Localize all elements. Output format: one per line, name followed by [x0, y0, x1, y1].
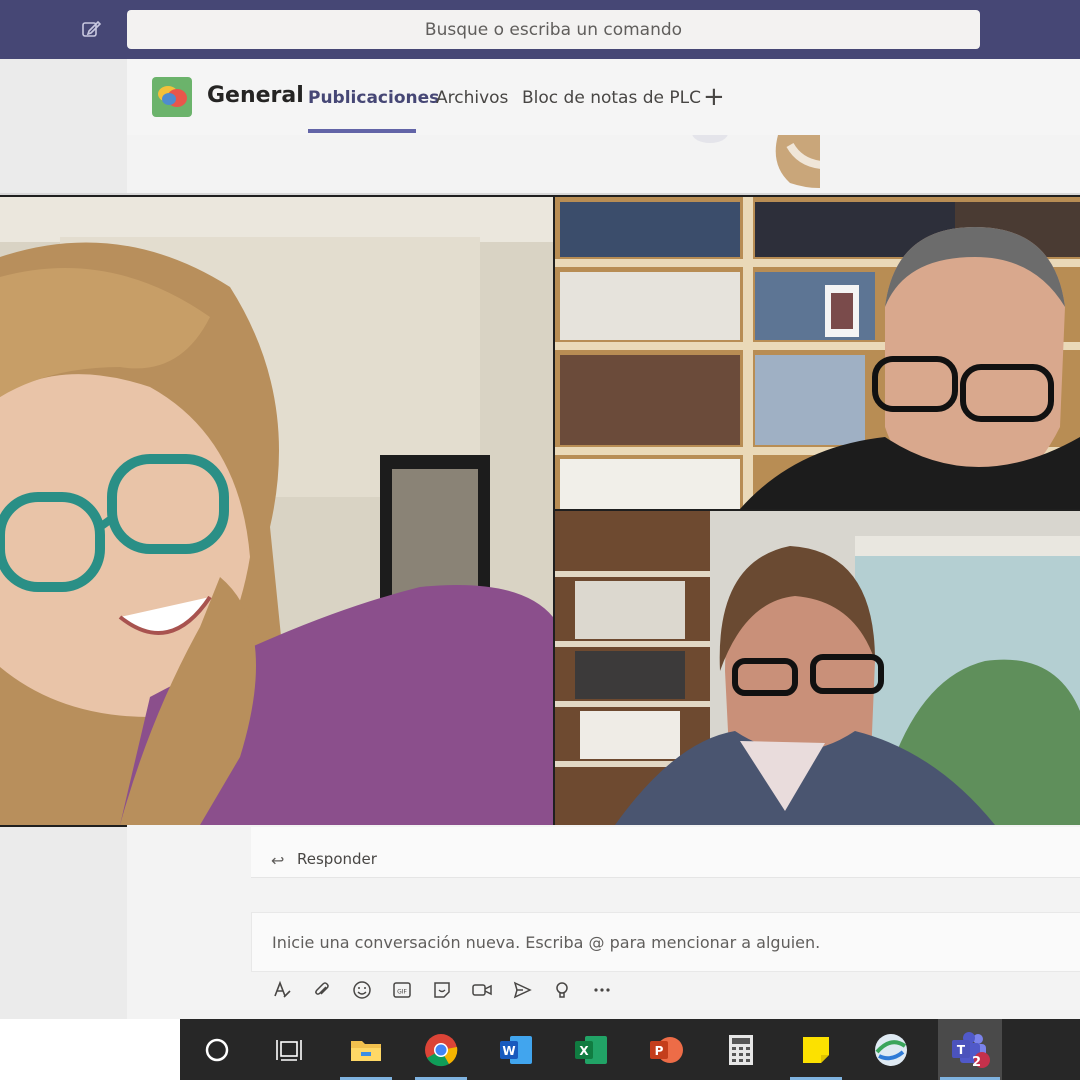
post-card: ↩ Responder	[251, 827, 1080, 878]
channel-title: General	[207, 83, 304, 108]
file-explorer-icon[interactable]	[338, 1019, 394, 1080]
add-tab-icon[interactable]: +	[703, 84, 725, 110]
sticky-notes-icon[interactable]	[788, 1019, 844, 1080]
excel-icon[interactable]: X	[563, 1019, 619, 1080]
svg-text:P: P	[655, 1044, 664, 1058]
participant-video-woman	[0, 197, 553, 825]
svg-text:GIF: GIF	[397, 989, 407, 996]
composer-toolbar: GIF	[262, 975, 622, 1005]
new-conversation-input[interactable]: Inicie una conversación nueva. Escriba @…	[251, 912, 1080, 972]
participant-video-man-bookshelf	[555, 197, 1080, 509]
task-view-icon[interactable]	[261, 1019, 317, 1080]
team-logo-icon	[152, 77, 192, 117]
channel-header: General Publicaciones Archivos Bloc de n…	[127, 59, 1080, 136]
participant-video-man-window	[555, 511, 1080, 825]
taskbar-search-box[interactable]	[0, 1019, 180, 1080]
emoji-icon[interactable]	[342, 975, 382, 1005]
calculator-icon[interactable]	[713, 1019, 769, 1080]
attach-icon[interactable]	[302, 975, 342, 1005]
tab-archivos[interactable]: Archivos	[436, 88, 508, 108]
format-icon[interactable]	[262, 975, 302, 1005]
tab-bloc-de-notas[interactable]: Bloc de notas de PLC	[522, 88, 701, 108]
cortana-icon[interactable]	[189, 1019, 245, 1080]
sticker-icon[interactable]	[422, 975, 462, 1005]
teams-notification-badge: 2	[972, 1055, 982, 1070]
svg-text:W: W	[502, 1044, 515, 1058]
powerpoint-icon[interactable]: P	[638, 1019, 694, 1080]
search-input[interactable]: Busque o escriba un comando	[127, 10, 980, 49]
new-chat-icon[interactable]	[80, 18, 102, 40]
channel-illustration	[650, 135, 820, 193]
video-call-window[interactable]	[0, 193, 1080, 827]
reply-icon[interactable]: ↩	[271, 851, 284, 870]
meet-now-icon[interactable]	[462, 975, 502, 1005]
gif-icon[interactable]: GIF	[382, 975, 422, 1005]
windows-taskbar: W X P T 2	[0, 1019, 1080, 1080]
active-tab-indicator	[308, 129, 416, 133]
network-app-icon[interactable]	[863, 1019, 919, 1080]
praise-icon[interactable]	[542, 975, 582, 1005]
send-icon[interactable]	[502, 975, 542, 1005]
channel-feed-top	[127, 135, 1080, 193]
teams-icon[interactable]: T 2	[938, 1019, 1002, 1080]
top-bar: Busque o escriba un comando	[0, 0, 1080, 59]
chrome-icon[interactable]	[413, 1019, 469, 1080]
svg-text:T: T	[957, 1043, 966, 1057]
word-icon[interactable]: W	[488, 1019, 544, 1080]
composer-placeholder: Inicie una conversación nueva. Escriba @…	[272, 933, 821, 952]
svg-text:X: X	[579, 1044, 589, 1058]
more-options-icon[interactable]	[582, 975, 622, 1005]
tab-publicaciones[interactable]: Publicaciones	[308, 88, 439, 108]
reply-link[interactable]: Responder	[297, 850, 377, 868]
